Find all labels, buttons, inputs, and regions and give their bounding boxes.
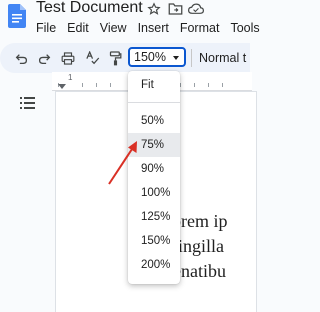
zoom-value: 150% — [134, 50, 166, 64]
zoom-select[interactable]: 150% — [128, 47, 186, 67]
annotation-arrow-icon — [100, 136, 144, 186]
ruler-tick — [222, 83, 223, 87]
move-folder-icon[interactable] — [166, 0, 184, 18]
indent-marker-icon[interactable] — [58, 84, 66, 89]
toolbar-divider — [191, 49, 192, 67]
ruler-tick — [82, 83, 83, 87]
undo-icon[interactable] — [11, 49, 31, 67]
ruler-tick — [194, 83, 195, 87]
caret-up-icon — [173, 56, 179, 60]
zoom-option-150[interactable]: 150% — [128, 229, 180, 253]
docs-logo-icon[interactable] — [8, 4, 26, 28]
paragraph-style-select[interactable]: Normal t — [199, 48, 246, 68]
print-icon[interactable] — [58, 49, 78, 67]
star-icon[interactable] — [145, 0, 163, 18]
ruler-tick — [180, 83, 181, 87]
document-title[interactable]: Test Document — [36, 0, 143, 18]
paint-format-icon[interactable] — [105, 49, 125, 67]
document-text-line: orem ip — [172, 211, 228, 231]
menu-format[interactable]: Format — [180, 20, 220, 36]
menu-insert[interactable]: Insert — [138, 20, 169, 36]
ruler-number: 1 — [68, 73, 73, 82]
ruler-tick — [208, 83, 209, 87]
menu-file[interactable]: File — [36, 20, 56, 36]
document-outline-icon[interactable] — [20, 96, 36, 110]
ruler-tick — [110, 83, 111, 87]
ruler-tick — [96, 83, 97, 87]
menu-divider — [128, 102, 180, 103]
menu-edit[interactable]: Edit — [67, 20, 89, 36]
redo-icon[interactable] — [34, 49, 54, 67]
menu-view[interactable]: View — [100, 20, 127, 36]
zoom-option-200[interactable]: 200% — [128, 253, 180, 277]
cloud-status-icon[interactable] — [187, 0, 205, 18]
menu-tools[interactable]: Tools — [230, 20, 259, 36]
zoom-option-fit[interactable]: Fit — [128, 73, 180, 97]
zoom-option-50[interactable]: 50% — [128, 109, 180, 133]
zoom-option-125[interactable]: 125% — [128, 205, 180, 229]
spellcheck-icon[interactable] — [82, 49, 102, 67]
